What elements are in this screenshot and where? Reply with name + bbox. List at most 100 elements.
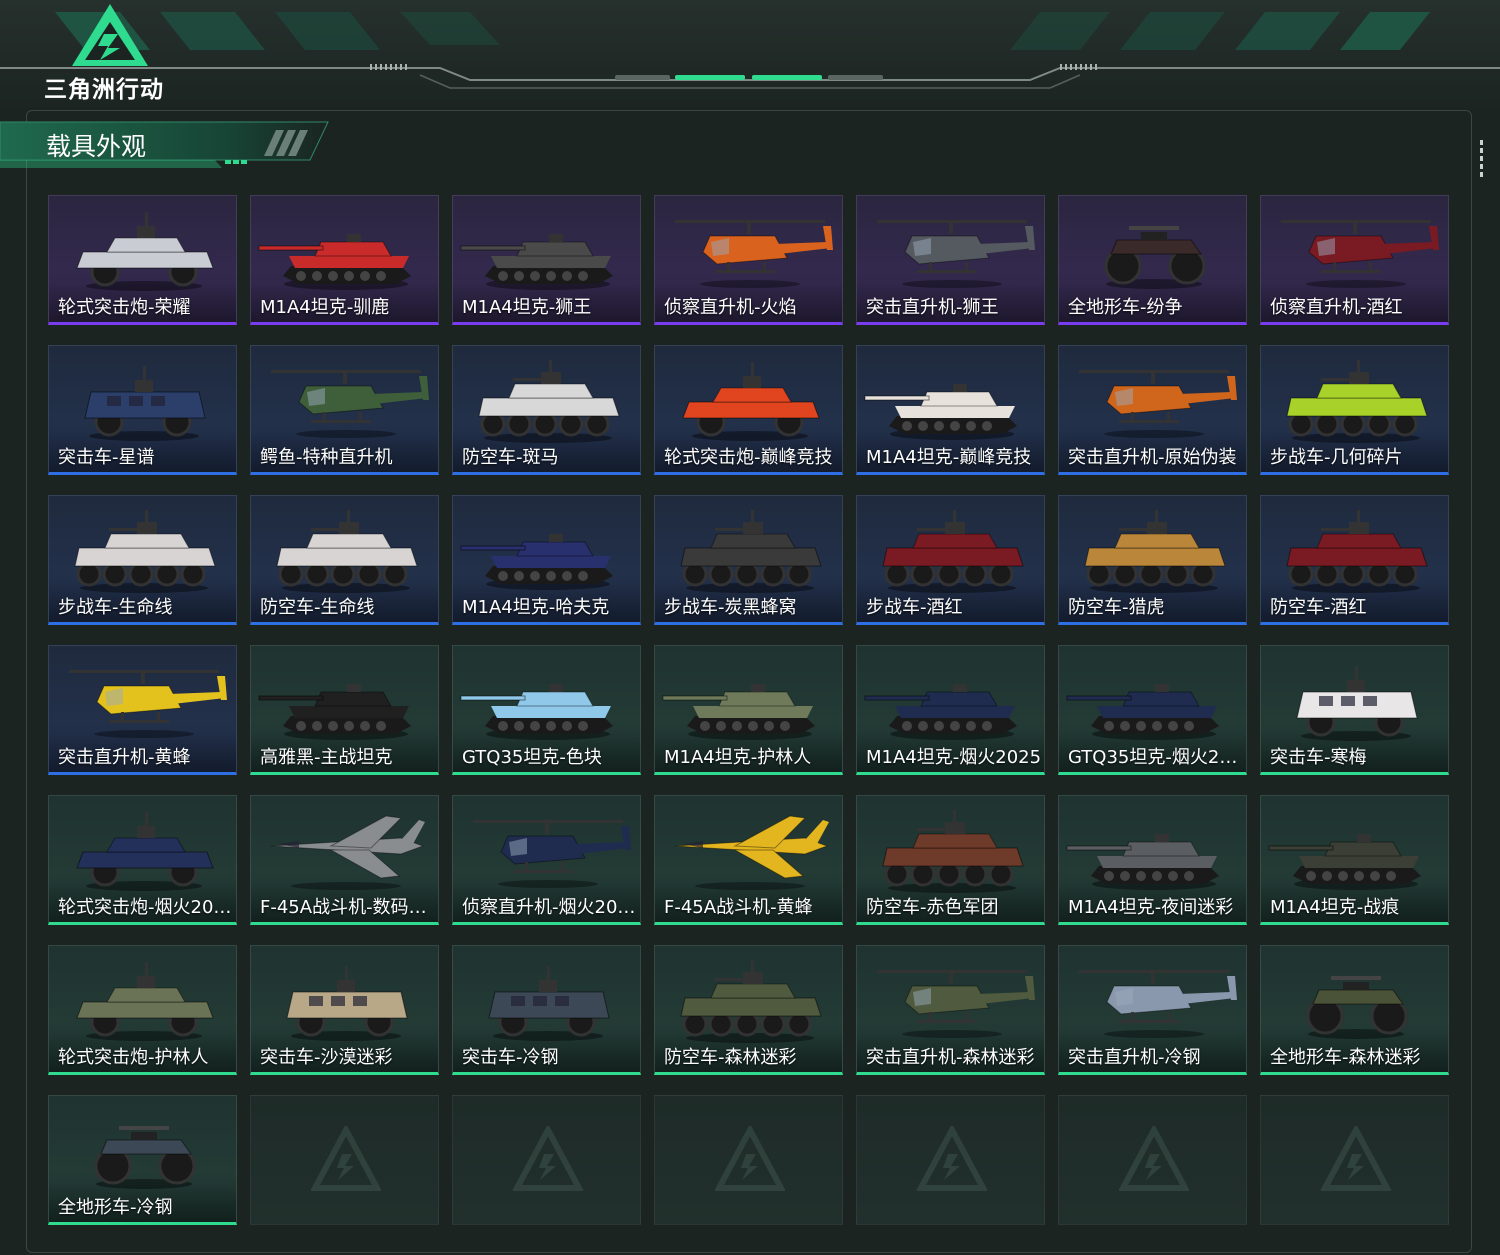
- vehicle-skin-card[interactable]: F-45A战斗机-黄蜂: [654, 795, 843, 925]
- vehicle-skin-card[interactable]: M1A4坦克-驯鹿: [250, 195, 439, 325]
- vehicle-skin-name: M1A4坦克-护林人: [664, 747, 812, 768]
- vehicle-ifv-image: [680, 960, 822, 1043]
- vehicle-skin-card[interactable]: M1A4坦克-护林人: [654, 645, 843, 775]
- logo-watermark-icon: [917, 1126, 987, 1191]
- vehicle-tank-image: [662, 684, 815, 740]
- vehicle-skin-card[interactable]: 步战车-生命线: [48, 495, 237, 625]
- vehicle-wheeled-image: [76, 812, 214, 891]
- vehicle-skin-name: 轮式突击炮-巅峰竞技: [664, 447, 833, 468]
- vehicle-skin-name: 侦察直升机-火焰: [664, 297, 797, 318]
- vehicle-skin-card[interactable]: 全地形车-森林迷彩: [1260, 945, 1449, 1075]
- vehicle-skin-name: 步战车-炭黑蜂窝: [664, 597, 797, 618]
- vehicle-atv-image: [1104, 226, 1206, 289]
- game-logo-text: 三角洲行动: [44, 77, 164, 103]
- vehicle-skin-name: 突击车-星谱: [58, 447, 155, 468]
- vehicle-skin-name: 突击直升机-黄蜂: [58, 747, 191, 768]
- vehicle-skin-card[interactable]: 突击直升机-黄蜂: [48, 645, 237, 775]
- vehicle-skin-card[interactable]: 防空车-赤色军团: [856, 795, 1045, 925]
- logo-watermark-icon: [513, 1126, 583, 1191]
- vehicle-skin-name: 全地形车-森林迷彩: [1270, 1047, 1421, 1068]
- empty-slot-card: [250, 1095, 439, 1225]
- vehicle-tank-image: [258, 234, 411, 290]
- vehicle-skin-card[interactable]: 轮式突击炮-烟火2025: [48, 795, 237, 925]
- vehicle-heli-image: [1079, 370, 1237, 438]
- vehicle-skin-name: 步战车-几何碎片: [1270, 447, 1403, 468]
- vehicle-heli-image: [877, 970, 1035, 1038]
- vehicle-skin-card[interactable]: M1A4坦克-夜间迷彩: [1058, 795, 1247, 925]
- vehicle-skin-card[interactable]: 侦察直升机-酒红: [1260, 195, 1449, 325]
- vehicle-atv-image: [1306, 976, 1408, 1039]
- vehicle-skin-card[interactable]: GTQ35坦克-烟火2025: [1058, 645, 1247, 775]
- vehicle-mrap-image: [286, 966, 408, 1041]
- vehicle-skin-card[interactable]: 步战车-几何碎片: [1260, 345, 1449, 475]
- vehicle-skin-name: 防空车-酒红: [1270, 597, 1367, 618]
- vehicle-skin-card[interactable]: M1A4坦克-烟火2025: [856, 645, 1045, 775]
- vehicle-skin-card[interactable]: 突击直升机-原始伪装: [1058, 345, 1247, 475]
- vehicle-skin-card[interactable]: 突击直升机-冷钢: [1058, 945, 1247, 1075]
- vehicle-wheeled-image: [682, 362, 820, 441]
- header-decoration: [0, 4, 1500, 89]
- vehicle-skin-name: M1A4坦克-驯鹿: [260, 297, 390, 318]
- vehicle-skin-name: 突击直升机-冷钢: [1068, 1047, 1201, 1068]
- vehicle-skin-card[interactable]: 全地形车-冷钢: [48, 1095, 237, 1225]
- vehicle-atv-image: [94, 1126, 196, 1189]
- vehicle-skin-card[interactable]: 突击车-星谱: [48, 345, 237, 475]
- vehicle-jet-image: [674, 815, 829, 890]
- vehicle-skin-card[interactable]: 全地形车-纷争: [1058, 195, 1247, 325]
- vehicle-skin-name: 步战车-酒红: [866, 597, 963, 618]
- vehicle-skin-card[interactable]: 防空车-生命线: [250, 495, 439, 625]
- vehicle-skin-name: M1A4坦克-哈夫克: [462, 597, 610, 618]
- page-title: 载具外观: [46, 132, 147, 161]
- vehicle-skin-name: 突击车-沙漠迷彩: [260, 1047, 393, 1068]
- vehicle-heli-image: [877, 220, 1035, 288]
- vehicle-skin-card[interactable]: M1A4坦克-哈夫克: [452, 495, 641, 625]
- vehicle-skin-card[interactable]: 突击车-沙漠迷彩: [250, 945, 439, 1075]
- vehicle-ifv-image: [74, 510, 216, 593]
- empty-slot-card: [654, 1095, 843, 1225]
- panel-scroll-indicator: [1480, 140, 1484, 185]
- vehicle-skin-card[interactable]: 步战车-酒红: [856, 495, 1045, 625]
- vehicle-skin-name: 侦察直升机-酒红: [1270, 297, 1403, 318]
- vehicle-skin-name: M1A4坦克-烟火2025: [866, 747, 1042, 768]
- vehicle-ifv-image: [1084, 510, 1226, 593]
- vehicle-heli-image: [69, 670, 227, 738]
- vehicle-tank-image: [864, 684, 1017, 740]
- vehicle-skin-name: 突击车-寒梅: [1270, 747, 1367, 768]
- vehicle-skin-card[interactable]: M1A4坦克-战痕: [1260, 795, 1449, 925]
- vehicle-skin-card[interactable]: 高雅黑-主战坦克: [250, 645, 439, 775]
- vehicle-skin-name: 突击车-冷钢: [462, 1047, 559, 1068]
- vehicle-skin-card[interactable]: 突击直升机-狮王: [856, 195, 1045, 325]
- vehicle-skin-card[interactable]: 轮式突击炮-护林人: [48, 945, 237, 1075]
- vehicle-skin-name: 防空车-斑马: [462, 447, 559, 468]
- vehicle-tank-image: [460, 234, 613, 290]
- vehicle-skin-card[interactable]: M1A4坦克-狮王: [452, 195, 641, 325]
- vehicle-heli-image: [473, 820, 631, 888]
- vehicle-skin-card[interactable]: 防空车-猎虎: [1058, 495, 1247, 625]
- vehicle-skin-name: 突击直升机-原始伪装: [1068, 447, 1237, 468]
- vehicle-ifv-image: [1286, 510, 1428, 593]
- vehicle-skin-card[interactable]: F-45A战斗机-数码迷彩: [250, 795, 439, 925]
- vehicle-skin-card[interactable]: 突击车-冷钢: [452, 945, 641, 1075]
- vehicle-skin-card[interactable]: 轮式突击炮-巅峰竞技: [654, 345, 843, 475]
- vehicle-skin-card[interactable]: 突击车-寒梅: [1260, 645, 1449, 775]
- vehicle-tank-image: [864, 384, 1017, 440]
- vehicle-skin-card[interactable]: 鳄鱼-特种直升机: [250, 345, 439, 475]
- vehicle-ifv-image: [1286, 360, 1428, 443]
- empty-slot-card: [856, 1095, 1045, 1225]
- vehicle-skin-card[interactable]: 侦察直升机-烟火2025: [452, 795, 641, 925]
- vehicle-skin-card[interactable]: 防空车-酒红: [1260, 495, 1449, 625]
- vehicle-skin-name: GTQ35坦克-烟火2025: [1068, 747, 1244, 768]
- logo-watermark-icon: [715, 1126, 785, 1191]
- vehicle-skin-card[interactable]: 防空车-森林迷彩: [654, 945, 843, 1075]
- vehicle-heli-image: [675, 220, 833, 288]
- vehicle-wheeled-image: [76, 212, 214, 291]
- vehicle-skin-card[interactable]: 步战车-炭黑蜂窝: [654, 495, 843, 625]
- vehicle-skin-name: 轮式突击炮-护林人: [58, 1047, 209, 1068]
- vehicle-skin-card[interactable]: 突击直升机-森林迷彩: [856, 945, 1045, 1075]
- vehicle-skin-card[interactable]: GTQ35坦克-色块: [452, 645, 641, 775]
- vehicle-skin-card[interactable]: 轮式突击炮-荣耀: [48, 195, 237, 325]
- vehicle-skin-card[interactable]: 侦察直升机-火焰: [654, 195, 843, 325]
- vehicle-skin-card[interactable]: M1A4坦克-巅峰竞技: [856, 345, 1045, 475]
- vehicle-skin-card[interactable]: 防空车-斑马: [452, 345, 641, 475]
- vehicle-heli-image: [1079, 970, 1237, 1038]
